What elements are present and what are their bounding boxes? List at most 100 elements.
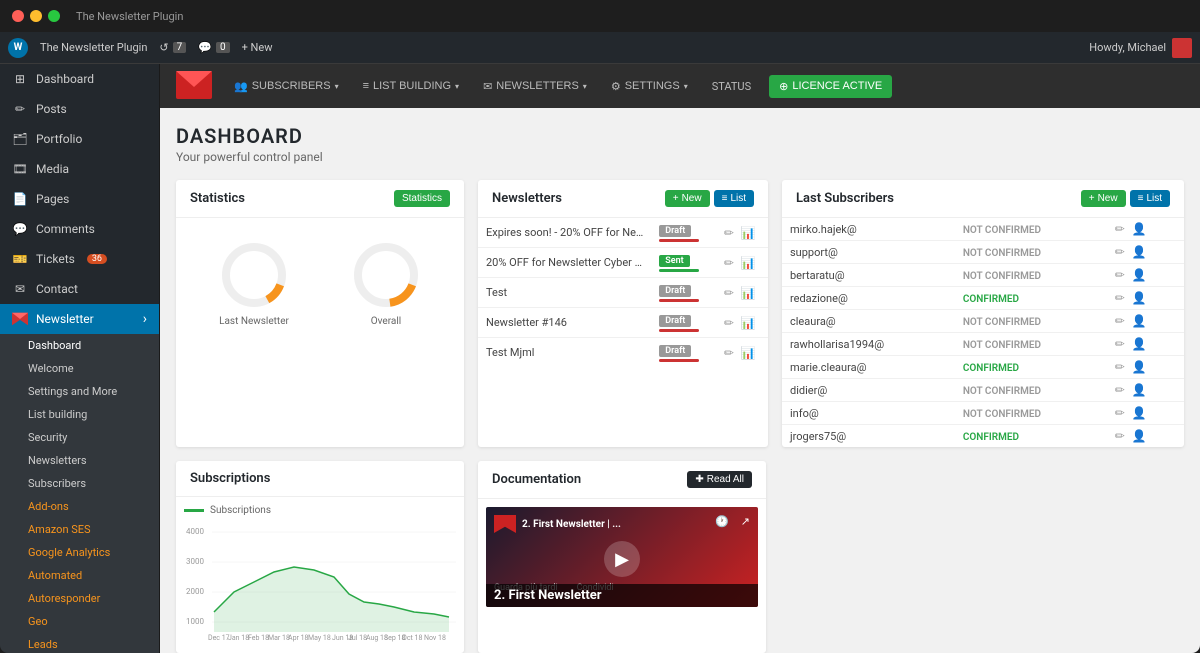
profile-icon[interactable]: 👤 xyxy=(1132,314,1147,328)
comments-icon: 💬 xyxy=(12,221,28,237)
read-all-btn[interactable]: ✚ Read All xyxy=(687,471,752,488)
profile-icon[interactable]: 👤 xyxy=(1132,429,1147,443)
submenu-leads[interactable]: Leads xyxy=(0,633,159,653)
sidebar-item-media[interactable]: 🎞 Media xyxy=(0,154,159,184)
chart-icon[interactable]: 📊 xyxy=(741,226,756,240)
subscriber-email: info@ xyxy=(782,402,955,425)
submenu-subscribers[interactable]: Subscribers xyxy=(0,472,159,495)
sidebar-item-comments[interactable]: 💬 Comments xyxy=(0,214,159,244)
profile-icon[interactable]: 👤 xyxy=(1132,268,1147,282)
list-building-chevron: ▾ xyxy=(455,82,459,91)
newsletter-name: 20% OFF for Newsletter Cyber Weekend! xyxy=(478,248,651,278)
wp-logo[interactable]: W xyxy=(8,38,28,58)
chart-icon[interactable]: 📊 xyxy=(741,316,756,330)
sidebar-item-posts[interactable]: ✏ Posts xyxy=(0,94,159,124)
subscriptions-card: Subscriptions Subscriptions 4000 xyxy=(176,461,464,653)
statistics-btn[interactable]: Statistics xyxy=(394,190,450,207)
subscriptions-title: Subscriptions xyxy=(190,471,270,486)
edit-subscriber-icon[interactable]: ✏ xyxy=(1115,268,1125,282)
comments-icon[interactable]: 💬0 xyxy=(198,41,229,54)
edit-subscriber-icon[interactable]: ✏ xyxy=(1115,314,1125,328)
chart-icon[interactable]: 📊 xyxy=(741,346,756,360)
edit-subscriber-icon[interactable]: ✏ xyxy=(1115,222,1125,236)
profile-icon[interactable]: 👤 xyxy=(1132,291,1147,305)
chart-legend: Subscriptions xyxy=(184,505,456,516)
newsletter-actions: ✏ 📊 xyxy=(712,218,768,248)
newsletter-status: Draft xyxy=(651,278,712,308)
new-button[interactable]: + New xyxy=(242,41,273,54)
submenu-welcome[interactable]: Welcome xyxy=(0,357,159,380)
subscriber-email: jrogers75@ xyxy=(782,425,955,448)
updates-icon[interactable]: ↺7 xyxy=(159,41,186,54)
edit-subscriber-icon[interactable]: ✏ xyxy=(1115,429,1125,443)
submenu-dashboard[interactable]: Dashboard xyxy=(0,334,159,357)
submenu-google-analytics[interactable]: Google Analytics xyxy=(0,541,159,564)
newsletters-new-btn[interactable]: + New xyxy=(665,190,710,207)
profile-icon[interactable]: 👤 xyxy=(1132,222,1147,236)
submenu-geo[interactable]: Geo xyxy=(0,610,159,633)
submenu-list-building[interactable]: List building xyxy=(0,403,159,426)
newsletter-name: Test Mjml xyxy=(478,338,651,368)
submenu-automated[interactable]: Automated xyxy=(0,564,159,587)
sidebar-item-newsletter[interactable]: Newsletter › xyxy=(0,304,159,334)
edit-subscriber-icon[interactable]: ✏ xyxy=(1115,406,1125,420)
edit-icon[interactable]: ✏ xyxy=(724,286,734,300)
sidebar-item-contact[interactable]: ✉ Contact xyxy=(0,274,159,304)
profile-icon[interactable]: 👤 xyxy=(1132,360,1147,374)
close-button[interactable] xyxy=(12,10,24,22)
legend-line xyxy=(184,509,204,512)
video-main-title: 2. First Newsletter xyxy=(486,584,758,607)
play-button[interactable]: ▶ xyxy=(604,541,640,577)
minimize-button[interactable] xyxy=(30,10,42,22)
submenu-security[interactable]: Security xyxy=(0,426,159,449)
last-subscribers-new-btn[interactable]: + New xyxy=(1081,190,1126,207)
edit-subscriber-icon[interactable]: ✏ xyxy=(1115,337,1125,351)
submenu-autoresponder[interactable]: Autoresponder xyxy=(0,587,159,610)
statistics-card: Statistics Statistics xyxy=(176,180,464,447)
sidebar-item-portfolio[interactable]: 🗂 Portfolio xyxy=(0,124,159,154)
newsletter-row: Test Mjml Draft ✏ 📊 xyxy=(478,338,768,368)
newsletter-row: 20% OFF for Newsletter Cyber Weekend! Se… xyxy=(478,248,768,278)
edit-icon[interactable]: ✏ xyxy=(724,256,734,270)
cards-row-2: Subscriptions Subscriptions 4000 xyxy=(176,461,1184,653)
edit-icon[interactable]: ✏ xyxy=(724,316,734,330)
newsletters-list-btn[interactable]: ≡ List xyxy=(714,190,754,207)
submenu-add-ons[interactable]: Add-ons xyxy=(0,495,159,518)
svg-text:Dec 17: Dec 17 xyxy=(208,634,230,642)
edit-subscriber-icon[interactable]: ✏ xyxy=(1115,291,1125,305)
last-subscribers-list-btn[interactable]: ≡ List xyxy=(1130,190,1170,207)
licence-button[interactable]: ⊕LICENCE ACTIVE xyxy=(769,75,892,98)
svg-text:3000: 3000 xyxy=(186,557,204,566)
profile-icon[interactable]: 👤 xyxy=(1132,337,1147,351)
list-building-menu[interactable]: ≡LIST BUILDING▾ xyxy=(353,74,469,98)
newsletter-status: Draft xyxy=(651,218,712,248)
subscriber-email: rawhollarisa1994@ xyxy=(782,333,955,356)
last-subscribers-header: Last Subscribers + New ≡ List xyxy=(782,180,1184,218)
sidebar-item-tickets[interactable]: 🎫 Tickets36 xyxy=(0,244,159,274)
subscribers-menu[interactable]: 👥SUBSCRIBERS▾ xyxy=(224,74,349,99)
settings-menu[interactable]: ⚙SETTINGS▾ xyxy=(601,74,698,99)
window-controls xyxy=(12,10,60,22)
sidebar-item-dashboard[interactable]: ⊞ Dashboard xyxy=(0,64,159,94)
profile-icon[interactable]: 👤 xyxy=(1132,383,1147,397)
sidebar-item-pages[interactable]: 📄 Pages xyxy=(0,184,159,214)
profile-icon[interactable]: 👤 xyxy=(1132,245,1147,259)
subscriptions-header: Subscriptions xyxy=(176,461,464,497)
edit-icon[interactable]: ✏ xyxy=(724,226,734,240)
submenu-newsletters[interactable]: Newsletters xyxy=(0,449,159,472)
submenu-settings-more[interactable]: Settings and More xyxy=(0,380,159,403)
profile-icon[interactable]: 👤 xyxy=(1132,406,1147,420)
newsletter-name: Expires soon! - 20% OFF for Newsletter C… xyxy=(478,218,651,248)
chart-icon[interactable]: 📊 xyxy=(741,286,756,300)
video-thumbnail[interactable]: 2. First Newsletter | ... 🕐 ↗ Guarda più… xyxy=(486,507,758,607)
chart-icon[interactable]: 📊 xyxy=(741,256,756,270)
maximize-button[interactable] xyxy=(48,10,60,22)
portfolio-icon: 🗂 xyxy=(12,131,28,147)
submenu-amazon-ses[interactable]: Amazon SES xyxy=(0,518,159,541)
edit-subscriber-icon[interactable]: ✏ xyxy=(1115,245,1125,259)
newsletter-actions: ✏ 📊 xyxy=(712,308,768,338)
edit-icon[interactable]: ✏ xyxy=(724,346,734,360)
edit-subscriber-icon[interactable]: ✏ xyxy=(1115,360,1125,374)
newsletters-menu[interactable]: ✉NEWSLETTERS▾ xyxy=(473,74,597,99)
edit-subscriber-icon[interactable]: ✏ xyxy=(1115,383,1125,397)
